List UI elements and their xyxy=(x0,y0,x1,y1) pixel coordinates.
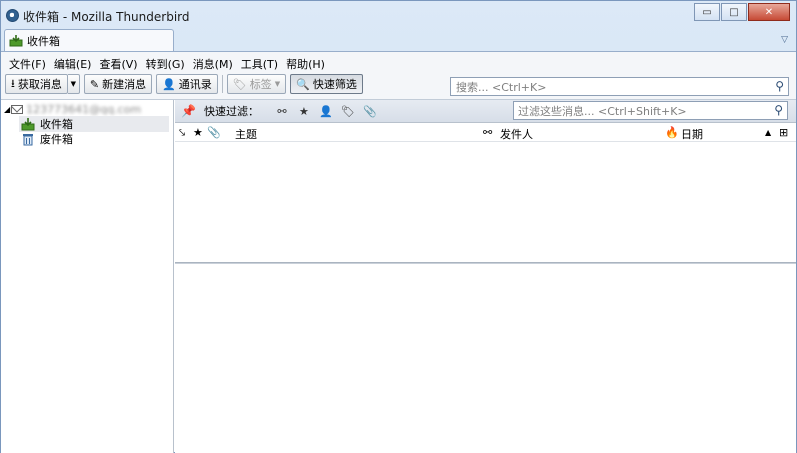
menu-tools[interactable]: 工具(T) xyxy=(237,55,282,73)
pin-icon[interactable]: 📌 xyxy=(181,104,196,118)
folder-trash-label: 废件箱 xyxy=(40,133,73,146)
inbox-icon xyxy=(21,117,35,130)
tag-dropdown-icon: ▼ xyxy=(274,80,281,88)
search-icon[interactable]: ⚲ xyxy=(774,103,783,117)
global-search-input[interactable]: 搜索... <Ctrl+K> ⚲ xyxy=(450,77,789,96)
write-label: 新建消息 xyxy=(102,78,147,91)
tab-strip: 收件箱 ▽ xyxy=(1,29,796,51)
folder-inbox-label: 收件箱 xyxy=(40,118,73,131)
column-sender[interactable]: 发件人 xyxy=(500,126,533,142)
window-controls: ▭ □ ✕ xyxy=(694,3,790,21)
starred-filter-icon[interactable]: ★ xyxy=(293,105,315,118)
column-subject[interactable]: 主题 xyxy=(235,126,257,142)
tab-label: 收件箱 xyxy=(27,34,60,48)
quick-filter-bar: 📌 快速过滤： ⚯ ★ 👤 🏷 📎 过滤这些消息... <Ctrl+Shift+… xyxy=(175,100,796,123)
title-bar[interactable]: 收件箱 - Mozilla Thunderbird ▭ □ ✕ xyxy=(1,1,796,29)
quick-filter-label-text: 快速过滤： xyxy=(203,105,259,118)
address-book-label: 通讯录 xyxy=(178,78,212,91)
menu-help[interactable]: 帮助(H) xyxy=(282,55,329,73)
folder-inbox[interactable]: 收件箱 xyxy=(19,116,169,132)
maximize-button[interactable]: □ xyxy=(721,3,747,21)
window-title: 收件箱 - Mozilla Thunderbird xyxy=(23,10,190,24)
menu-message[interactable]: 消息(M) xyxy=(189,55,237,73)
inbox-icon xyxy=(9,34,23,46)
folder-pane: ◢ 123773641@qq.com 收件箱 废件箱 xyxy=(1,100,174,453)
toolbox: 文件(F) 编辑(E) 查看(V) 转到(G) 消息(M) 工具(T) 帮助(H… xyxy=(1,51,796,99)
tag-filter-icon[interactable]: 🏷 xyxy=(337,105,359,118)
account-row[interactable]: ◢ 123773641@qq.com xyxy=(4,102,141,116)
tab-inbox[interactable]: 收件箱 xyxy=(4,29,174,51)
menu-edit[interactable]: 编辑(E) xyxy=(50,55,96,73)
quick-filter-button[interactable]: 🔍 快速筛选 xyxy=(290,74,363,94)
contact-filter-icon[interactable]: 👤 xyxy=(315,105,337,118)
trash-icon xyxy=(23,133,33,145)
get-messages-button[interactable]: ⭳ 获取消息 xyxy=(5,74,68,94)
menu-view[interactable]: 查看(V) xyxy=(95,55,141,73)
magnifier-icon: 🔍 xyxy=(296,77,310,91)
account-name: 123773641@qq.com xyxy=(26,102,142,116)
quick-filter-label: 快速筛选 xyxy=(312,78,357,91)
unread-filter-icon[interactable]: ⚯ xyxy=(271,105,293,118)
column-date[interactable]: 日期 xyxy=(681,126,703,142)
minimize-button[interactable]: ▭ xyxy=(694,3,720,21)
tag-label: 标签 xyxy=(249,78,272,91)
write-button[interactable]: ✎ 新建消息 xyxy=(83,74,153,94)
main-area: ◢ 123773641@qq.com 收件箱 废件箱 📌 快速过滤： ⚯ ★ 👤… xyxy=(1,99,796,453)
thread-column-icon[interactable]: ⤥ xyxy=(179,126,185,140)
starred-column-icon[interactable]: ★ xyxy=(193,126,203,139)
get-messages-label: 获取消息 xyxy=(17,78,62,91)
contact-icon: 👤 xyxy=(162,77,176,91)
pencil-icon: ✎ xyxy=(89,77,100,91)
menu-go[interactable]: 转到(G) xyxy=(142,55,189,73)
tag-button[interactable]: 🏷 标签 ▼ xyxy=(226,74,287,94)
close-button[interactable]: ✕ xyxy=(748,3,790,21)
message-preview-pane xyxy=(175,264,796,453)
collapse-twisty-icon[interactable]: ◢ xyxy=(4,105,10,114)
thunderbird-app-icon[interactable] xyxy=(6,9,19,22)
download-icon: ⭳ xyxy=(11,76,15,90)
thread-list[interactable] xyxy=(175,143,796,262)
thread-column-header: ⤥ ★ 📎 主题 ⚯ 发件人 🔥 日期 ▲ ⊞ xyxy=(175,124,796,142)
column-picker-icon[interactable]: ⊞ xyxy=(779,126,788,139)
attachment-column-icon[interactable]: 📎 xyxy=(207,126,221,139)
global-search-placeholder: 搜索... <Ctrl+K> xyxy=(456,80,547,94)
menu-bar: 文件(F) 编辑(E) 查看(V) 转到(G) 消息(M) 工具(T) 帮助(H… xyxy=(5,55,329,73)
quick-filter-placeholder: 过滤这些消息... <Ctrl+Shift+K> xyxy=(518,104,687,118)
mail-account-icon xyxy=(11,104,24,114)
folder-trash[interactable]: 废件箱 xyxy=(19,131,169,147)
mail-toolbar: ⭳ 获取消息 ▼ ✎ 新建消息 👤 通讯录 🏷 标签 ▼ 🔍 快速筛选 xyxy=(5,74,367,94)
search-icon[interactable]: ⚲ xyxy=(775,79,784,93)
quick-filter-search-input[interactable]: 过滤这些消息... <Ctrl+Shift+K> ⚲ xyxy=(513,101,788,120)
sort-ascending-icon: ▲ xyxy=(765,128,772,137)
address-book-button[interactable]: 👤 通讯录 xyxy=(156,74,218,94)
get-messages-dropdown[interactable]: ▼ xyxy=(67,74,80,94)
toolbar-separator xyxy=(221,75,223,93)
tab-list-chevron-icon[interactable]: ▽ xyxy=(781,35,788,45)
junk-column-icon[interactable]: 🔥 xyxy=(665,126,679,139)
tag-icon: 🏷 xyxy=(232,77,247,91)
attachment-filter-icon[interactable]: 📎 xyxy=(359,105,381,118)
thread-pane: 📌 快速过滤： ⚯ ★ 👤 🏷 📎 过滤这些消息... <Ctrl+Shift+… xyxy=(175,100,796,453)
app-window: 收件箱 - Mozilla Thunderbird ▭ □ ✕ 收件箱 ▽ 文件… xyxy=(0,0,797,453)
menu-file[interactable]: 文件(F) xyxy=(5,55,50,73)
read-status-column-icon[interactable]: ⚯ xyxy=(483,126,492,139)
